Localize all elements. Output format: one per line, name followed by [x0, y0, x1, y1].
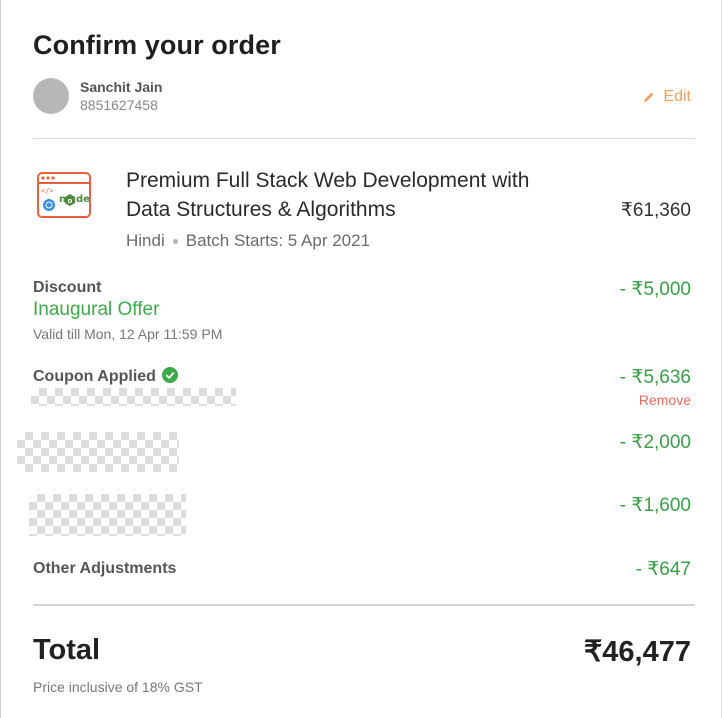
offer-name: Inaugural Offer: [33, 299, 160, 320]
svg-text:de: de: [76, 194, 90, 205]
svg-text:o: o: [68, 197, 73, 205]
total-label: Total: [33, 634, 101, 666]
remove-coupon-button[interactable]: Remove: [639, 392, 691, 408]
divider: [33, 138, 695, 139]
redacted-line-item-2: [29, 494, 186, 536]
line-item-1-amount: - ₹2,000: [619, 432, 691, 453]
offer-validity: Valid till Mon, 12 Apr 11:59 PM: [33, 326, 223, 342]
user-phone: 8851627458: [80, 97, 158, 113]
redacted-line-item-1: [17, 432, 179, 472]
adjustments-amount: - ₹647: [635, 559, 691, 580]
svg-text:</>: </>: [41, 187, 54, 195]
course-title: Premium Full Stack Web Development with …: [126, 169, 530, 221]
user-name: Sanchit Jain: [80, 79, 163, 95]
total-divider: [33, 604, 695, 606]
discount-label: Discount: [33, 279, 102, 296]
order-panel: Confirm your order Sanchit Jain 88516274…: [0, 0, 722, 718]
discount-amount: - ₹5,000: [619, 279, 691, 300]
coupon-amount: - ₹5,636: [619, 367, 691, 388]
line-item-2-amount: - ₹1,600: [619, 495, 691, 516]
redacted-coupon-code: [31, 388, 236, 406]
coupon-label: Coupon Applied: [33, 368, 156, 385]
course-language: Hindi: [126, 231, 165, 250]
edit-button[interactable]: Edit: [643, 88, 691, 106]
node-course-icon: </> n o de: [37, 172, 91, 218]
gst-note: Price inclusive of 18% GST: [33, 679, 203, 695]
pencil-icon: [643, 91, 655, 103]
separator-dot: [172, 238, 178, 244]
total-value: ₹46,477: [583, 636, 691, 668]
coupon-row: Coupon Applied: [33, 367, 178, 388]
course-meta: Hindi Batch Starts: 5 Apr 2021: [126, 231, 370, 251]
batch-start-date: Batch Starts: 5 Apr 2021: [185, 231, 371, 250]
page-title: Confirm your order: [33, 30, 281, 60]
avatar: [33, 78, 69, 114]
edit-label: Edit: [663, 88, 691, 105]
adjustments-label: Other Adjustments: [33, 560, 177, 577]
check-circle-icon: [161, 367, 178, 388]
course-price: ₹61,360: [620, 200, 691, 221]
